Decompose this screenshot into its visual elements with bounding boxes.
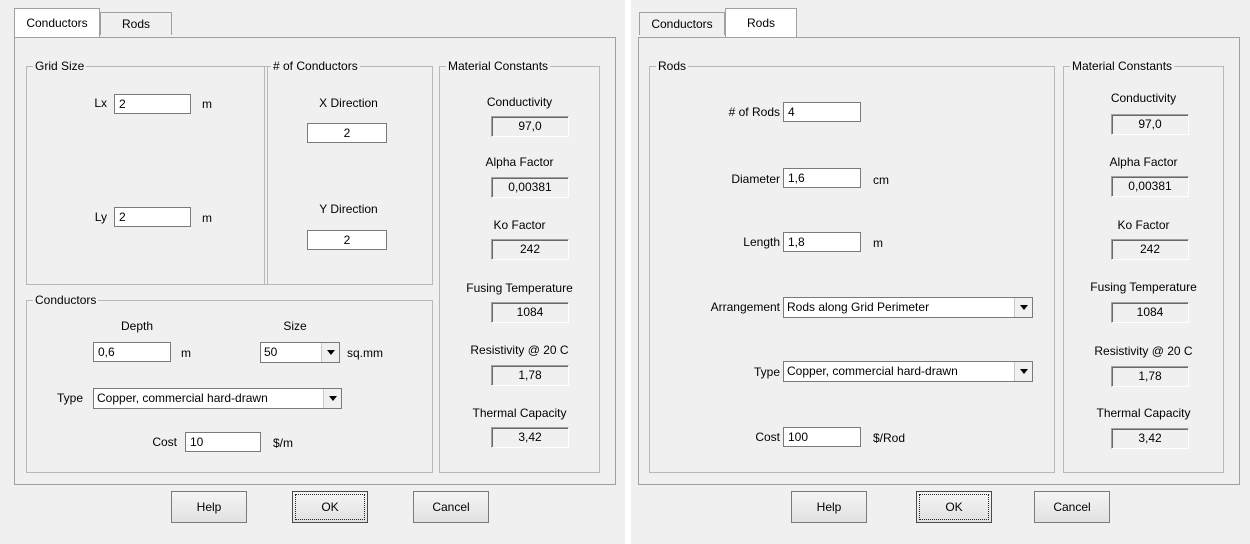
diameter-label: Diameter — [731, 172, 780, 186]
chevron-down-icon[interactable] — [1014, 362, 1032, 381]
lx-input[interactable]: 2 — [114, 94, 191, 114]
arrangement-select[interactable]: Rods along Grid Perimeter — [783, 297, 1033, 318]
chevron-down-icon[interactable] — [1014, 298, 1032, 317]
grid-size-group: Grid Size Lx 2 m Ly 2 m — [26, 59, 268, 285]
x-direction-input[interactable]: 2 — [307, 123, 387, 143]
cost-label: Cost — [152, 435, 177, 449]
size-value: 50 — [264, 345, 278, 359]
group-title: Rods — [656, 59, 689, 74]
ko-factor-value: 242 — [1111, 239, 1189, 260]
diameter-unit: cm — [873, 173, 889, 187]
num-rods-input[interactable]: 4 — [783, 102, 861, 122]
tab-rods[interactable]: Rods — [100, 12, 172, 35]
alpha-factor-label: Alpha Factor — [485, 155, 554, 169]
group-title: Material Constants — [446, 59, 551, 74]
chevron-down-icon[interactable] — [323, 389, 341, 408]
ly-label: Ly — [94, 210, 107, 224]
depth-input[interactable]: 0,6 — [93, 342, 171, 362]
group-title: Material Constants — [1070, 59, 1175, 74]
material-constants-group: Material Constants Conductivity 97,0 Alp… — [1063, 59, 1224, 473]
length-label: Length — [743, 235, 780, 249]
type-select[interactable]: Copper, commercial hard-drawn — [93, 388, 342, 409]
arrangement-label: Arrangement — [710, 300, 780, 314]
thermal-capacity-label: Thermal Capacity — [472, 406, 567, 420]
length-input[interactable]: 1,8 — [783, 232, 861, 252]
ly-input[interactable]: 2 — [114, 207, 191, 227]
resistivity-value: 1,78 — [491, 365, 569, 386]
cancel-button[interactable]: Cancel — [1034, 491, 1110, 523]
group-title: # of Conductors — [271, 59, 360, 74]
y-direction-input[interactable]: 2 — [307, 230, 387, 250]
group-title: Conductors — [33, 293, 99, 308]
fusing-temperature-label: Fusing Temperature — [466, 281, 573, 295]
size-unit: sq.mm — [347, 346, 383, 360]
resistivity-label: Resistivity @ 20 C — [470, 343, 569, 357]
cancel-button[interactable]: Cancel — [413, 491, 489, 523]
alpha-factor-label: Alpha Factor — [1109, 155, 1178, 169]
ly-unit: m — [202, 211, 212, 225]
fusing-temperature-value: 1084 — [1111, 302, 1189, 323]
fusing-temperature-label: Fusing Temperature — [1090, 280, 1197, 294]
tab-conductors[interactable]: Conductors — [14, 8, 100, 37]
length-unit: m — [873, 236, 883, 250]
thermal-capacity-value: 3,42 — [491, 427, 569, 448]
size-select[interactable]: 50 — [260, 342, 340, 363]
alpha-factor-value: 0,00381 — [491, 177, 569, 198]
depth-label: Depth — [120, 319, 154, 333]
num-conductors-group: # of Conductors X Direction 2 Y Directio… — [264, 59, 433, 285]
cost-input[interactable]: 100 — [783, 427, 861, 447]
type-select[interactable]: Copper, commercial hard-drawn — [783, 361, 1033, 382]
resistivity-value: 1,78 — [1111, 366, 1189, 387]
conductors-dialog: Conductors Rods Grid Size Lx 2 m Ly 2 m … — [0, 0, 625, 544]
num-rods-label: # of Rods — [728, 105, 780, 119]
resistivity-label: Resistivity @ 20 C — [1094, 344, 1193, 358]
rods-dialog: Conductors Rods Rods # of Rods 4 Diamete… — [631, 0, 1250, 544]
help-button[interactable]: Help — [791, 491, 867, 523]
rods-group: Rods # of Rods 4 Diameter 1,6 cm Length … — [649, 59, 1055, 473]
tab-rods[interactable]: Rods — [725, 8, 797, 37]
x-direction-label: X Direction — [319, 96, 378, 110]
conductors-group: Conductors Depth 0,6 m Size 50 sq.mm Typ… — [26, 293, 433, 473]
conductivity-value: 97,0 — [1111, 114, 1189, 135]
cost-unit: $/Rod — [873, 431, 906, 445]
group-title: Grid Size — [33, 59, 87, 74]
material-constants-group: Material Constants Conductivity 97,0 Alp… — [439, 59, 600, 473]
chevron-down-icon[interactable] — [321, 343, 339, 362]
conductivity-label: Conductivity — [486, 95, 553, 109]
help-button[interactable]: Help — [171, 491, 247, 523]
lx-label: Lx — [94, 96, 107, 110]
size-label: Size — [283, 319, 307, 333]
diameter-input[interactable]: 1,6 — [783, 168, 861, 188]
ko-factor-value: 242 — [491, 239, 569, 260]
conductivity-value: 97,0 — [491, 116, 569, 137]
type-label: Type — [56, 391, 83, 405]
cost-unit: $/m — [273, 436, 294, 450]
thermal-capacity-value: 3,42 — [1111, 428, 1189, 449]
fusing-temperature-value: 1084 — [491, 302, 569, 323]
lx-unit: m — [202, 97, 212, 111]
conductivity-label: Conductivity — [1110, 91, 1177, 105]
ok-button[interactable]: OK — [292, 491, 368, 523]
depth-unit: m — [181, 346, 191, 360]
ko-factor-label: Ko Factor — [1117, 218, 1170, 232]
arrangement-value: Rods along Grid Perimeter — [787, 300, 930, 314]
ok-button[interactable]: OK — [916, 491, 992, 523]
cost-input[interactable]: 10 — [185, 432, 261, 452]
thermal-capacity-label: Thermal Capacity — [1096, 406, 1191, 420]
type-value: Copper, commercial hard-drawn — [97, 391, 268, 405]
type-value: Copper, commercial hard-drawn — [787, 364, 958, 378]
type-label: Type — [753, 365, 780, 379]
tab-page-conductors: Grid Size Lx 2 m Ly 2 m # of Conductors … — [14, 37, 616, 485]
tab-page-rods: Rods # of Rods 4 Diameter 1,6 cm Length … — [638, 37, 1240, 485]
alpha-factor-value: 0,00381 — [1111, 176, 1189, 197]
tab-conductors[interactable]: Conductors — [639, 12, 725, 35]
y-direction-label: Y Direction — [319, 202, 378, 216]
cost-label: Cost — [755, 430, 780, 444]
ko-factor-label: Ko Factor — [493, 218, 546, 232]
